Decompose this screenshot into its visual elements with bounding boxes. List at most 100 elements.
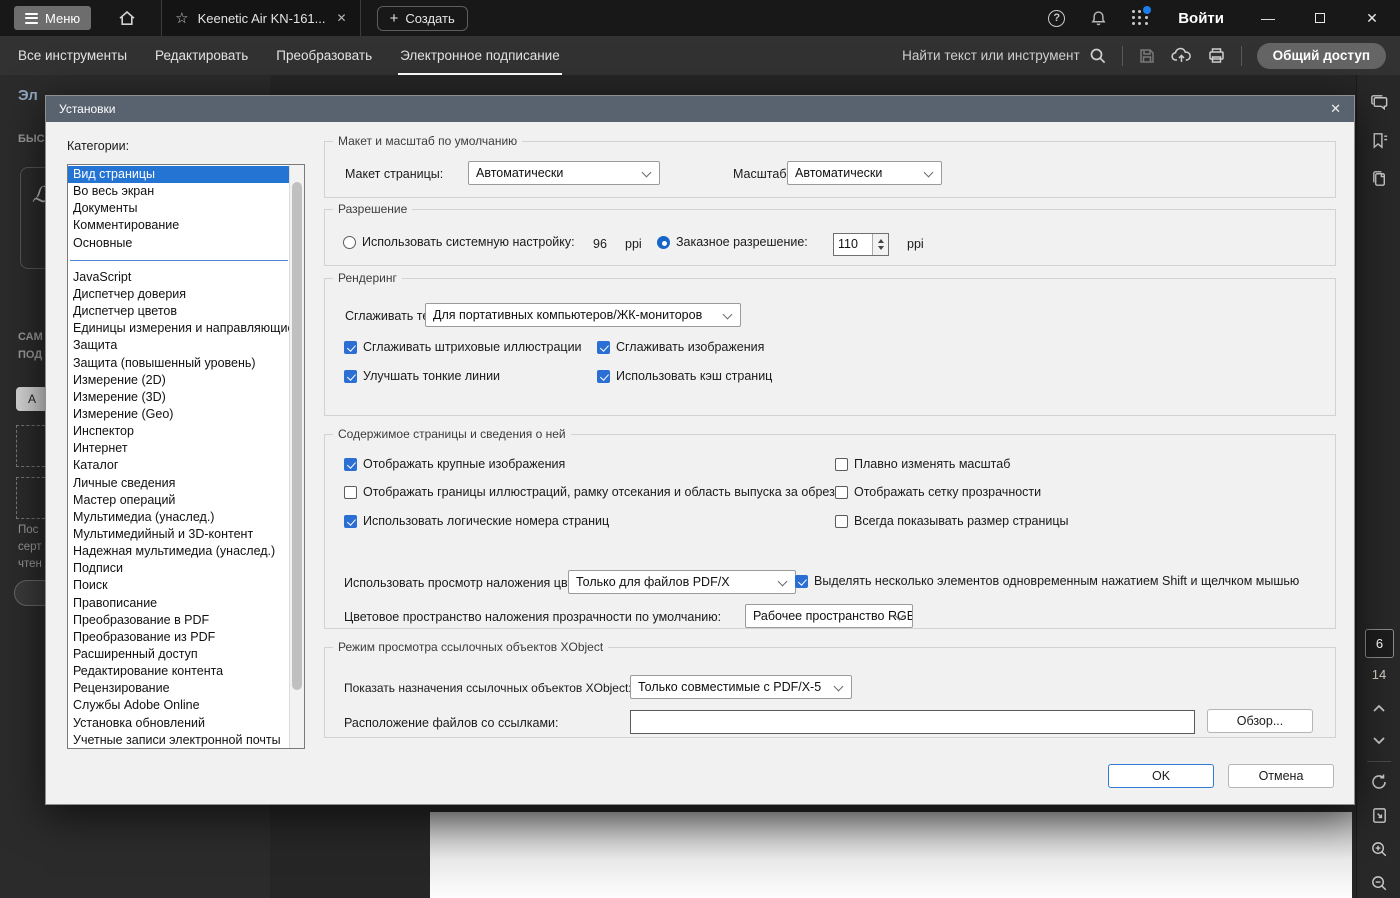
tab-close-icon[interactable]: ✕ <box>337 11 347 25</box>
spinner-arrows[interactable] <box>872 234 888 255</box>
zoom-in-button[interactable] <box>1357 840 1400 859</box>
category-item[interactable]: Преобразование из PDF <box>68 629 290 646</box>
category-item[interactable]: Измерение (3D) <box>68 389 290 406</box>
page-layout-select[interactable]: Автоматически <box>468 161 660 185</box>
radio-dot[interactable] <box>343 236 356 249</box>
ribbon-tab-convert[interactable]: Преобразовать <box>276 36 372 75</box>
zoom-select[interactable]: Автоматически <box>787 161 942 185</box>
window-close-button[interactable]: ✕ <box>1358 10 1386 27</box>
checkbox-box[interactable] <box>597 341 610 354</box>
category-item[interactable]: Установка обновлений <box>68 715 290 732</box>
checkbox-box[interactable] <box>597 370 610 383</box>
category-item[interactable]: Комментирование <box>68 217 290 234</box>
xobject-show-select[interactable]: Только совместимые с PDF/X-5 <box>630 675 852 699</box>
window-minimize-button[interactable]: — <box>1254 10 1282 26</box>
find-tool-search[interactable]: Найти текст или инструмент <box>902 47 1107 65</box>
browse-button[interactable]: Обзор... <box>1207 709 1313 733</box>
category-item[interactable]: Рецензирование <box>68 680 290 697</box>
ribbon-tab-all-tools[interactable]: Все инструменты <box>18 36 127 75</box>
checkbox-box[interactable] <box>835 458 848 471</box>
dialog-close-icon[interactable]: ✕ <box>1330 96 1341 122</box>
spinner-down-icon[interactable] <box>878 246 884 250</box>
category-item[interactable]: Учетные записи электронной почты <box>68 732 290 749</box>
bookmarks-tool[interactable] <box>1357 130 1400 151</box>
category-item[interactable]: Защита <box>68 337 290 354</box>
category-item[interactable]: Службы Adobe Online <box>68 697 290 714</box>
radio-dot[interactable] <box>657 236 670 249</box>
save-icon[interactable] <box>1138 47 1156 65</box>
checkbox-box[interactable] <box>344 341 357 354</box>
category-item[interactable]: Вид страницы <box>68 166 290 183</box>
help-icon[interactable]: ? <box>1048 10 1065 27</box>
notifications-icon[interactable] <box>1089 9 1108 28</box>
xobject-location-input[interactable] <box>630 710 1195 734</box>
create-button[interactable]: + Создать <box>377 6 468 31</box>
dialog-titlebar[interactable]: Установки ✕ <box>46 96 1354 122</box>
signin-button[interactable]: Войти <box>1178 10 1224 27</box>
checkbox-logical-page-numbers[interactable]: Использовать логические номера страниц <box>344 514 609 528</box>
blend-space-select[interactable]: Рабочее пространство RGB <box>745 604 913 628</box>
category-item[interactable]: Основные <box>68 235 290 252</box>
custom-resolution-spinner[interactable]: 110 <box>833 233 889 256</box>
previous-page-button[interactable] <box>1357 703 1400 713</box>
category-item[interactable]: Измерение (Geo) <box>68 406 290 423</box>
panel-add-text-button[interactable]: A <box>16 387 48 411</box>
ribbon-tab-edit[interactable]: Редактировать <box>155 36 248 75</box>
checkbox-box[interactable] <box>344 486 357 499</box>
home-button[interactable] <box>117 8 137 28</box>
ok-button[interactable]: OK <box>1108 764 1214 788</box>
zoom-out-button[interactable] <box>1357 874 1400 893</box>
comments-tool[interactable] <box>1357 92 1400 113</box>
document-tab[interactable]: ☆ Keenetic Air KN-161... ✕ <box>161 0 360 36</box>
menu-button[interactable]: Меню <box>14 6 91 30</box>
custom-resolution-radio[interactable]: Заказное разрешение: <box>657 235 808 249</box>
category-item[interactable]: Каталог <box>68 457 290 474</box>
category-item[interactable]: Документы <box>68 200 290 217</box>
category-item[interactable]: Интернет <box>68 440 290 457</box>
overprint-select[interactable]: Только для файлов PDF/X <box>568 570 796 594</box>
category-item[interactable]: Расширенный доступ <box>68 646 290 663</box>
category-item[interactable]: Поиск <box>68 577 290 594</box>
category-item[interactable]: Во весь экран <box>68 183 290 200</box>
categories-listbox[interactable]: Вид страницыВо весь экранДокументыКоммен… <box>67 164 305 749</box>
checkbox-smooth-zoom[interactable]: Плавно изменять масштаб <box>835 457 1010 471</box>
category-item[interactable]: Преобразование в PDF <box>68 612 290 629</box>
checkbox-show-art-trim-bleed[interactable]: Отображать границы иллюстраций, рамку от… <box>344 485 835 499</box>
category-item[interactable]: Защита (повышенный уровень) <box>68 355 290 372</box>
category-item[interactable]: Мультимедийный и 3D-контент <box>68 526 290 543</box>
category-item[interactable]: Надежная мультимедиа (унаслед.) <box>68 543 290 560</box>
checkbox-transparency-grid[interactable]: Отображать сетку прозрачности <box>835 485 1041 499</box>
checkbox-box[interactable] <box>835 486 848 499</box>
current-page-field[interactable]: 6 <box>1365 629 1394 658</box>
apps-grid-icon[interactable] <box>1132 10 1148 26</box>
checkbox-always-show-page-size[interactable]: Всегда показывать размер страницы <box>835 514 1069 528</box>
ribbon-tab-esign[interactable]: Электронное подписание <box>400 36 560 75</box>
checkbox-show-large-images[interactable]: Отображать крупные изображения <box>344 457 565 471</box>
cancel-button[interactable]: Отмена <box>1228 764 1334 788</box>
scrollbar-thumb[interactable] <box>292 182 302 690</box>
checkbox-enhance-thin-lines[interactable]: Улучшать тонкие линии <box>344 369 500 383</box>
cloud-upload-icon[interactable] <box>1171 46 1192 65</box>
checkbox-smooth-line-art[interactable]: Сглаживать штриховые иллюстрации <box>344 340 582 354</box>
smooth-text-select[interactable]: Для портативных компьютеров/ЖК-мониторов <box>425 303 741 327</box>
category-item[interactable]: Измерение (2D) <box>68 372 290 389</box>
checkbox-box[interactable] <box>344 370 357 383</box>
category-item[interactable]: Инспектор <box>68 423 290 440</box>
window-maximize-button[interactable] <box>1306 10 1334 26</box>
checkbox-box[interactable] <box>344 458 357 471</box>
checkbox-smooth-images[interactable]: Сглаживать изображения <box>597 340 764 354</box>
next-page-button[interactable] <box>1357 736 1400 746</box>
categories-scrollbar[interactable] <box>289 165 304 748</box>
checkbox-box[interactable] <box>835 515 848 528</box>
category-item[interactable]: Правописание <box>68 595 290 612</box>
category-item[interactable]: Единицы измерения и направляющие <box>68 320 290 337</box>
spinner-up-icon[interactable] <box>878 239 884 243</box>
checkbox-shift-multiselect[interactable]: Выделять несколько элементов одновременн… <box>795 574 1299 588</box>
category-item[interactable]: Мультимедиа (унаслед.) <box>68 509 290 526</box>
rotate-page-button[interactable] <box>1357 772 1400 792</box>
category-item[interactable]: Подписи <box>68 560 290 577</box>
category-item[interactable]: Диспетчер доверия <box>68 286 290 303</box>
checkbox-box[interactable] <box>795 575 808 588</box>
checkbox-box[interactable] <box>344 515 357 528</box>
print-icon[interactable] <box>1207 46 1226 65</box>
